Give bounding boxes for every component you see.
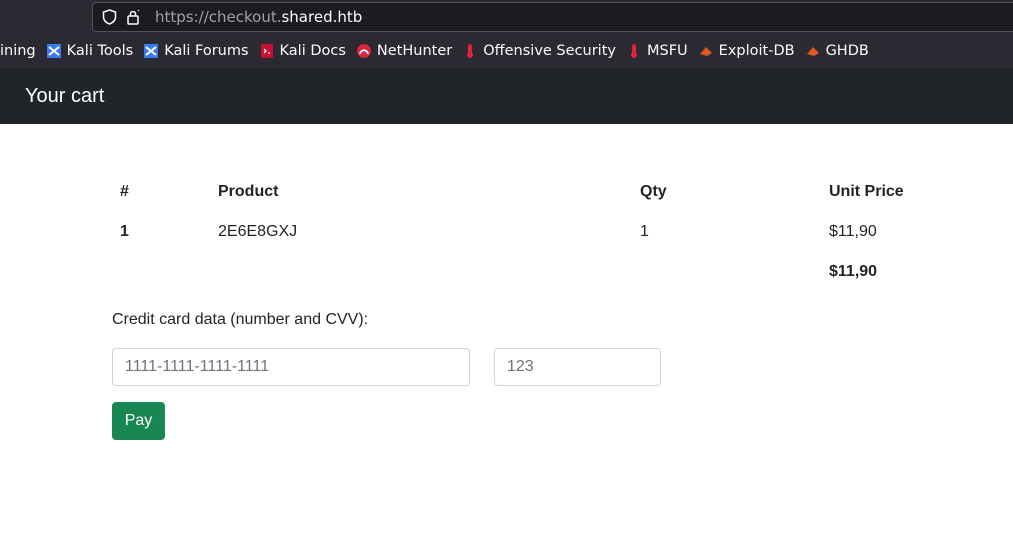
unit-price: $11,90 bbox=[829, 223, 877, 240]
bookmark-kali-tools[interactable]: Kali Tools bbox=[46, 43, 133, 59]
exploitdb-icon bbox=[805, 43, 821, 59]
bookmark-training[interactable]: ining bbox=[0, 43, 36, 59]
column-header-number: # bbox=[120, 183, 129, 200]
card-number-input[interactable] bbox=[112, 348, 470, 386]
kali-docs-icon bbox=[259, 43, 275, 59]
cvv-input[interactable] bbox=[494, 348, 661, 386]
url-bar[interactable]: https://checkout.shared.htb bbox=[92, 2, 1013, 32]
url-text[interactable]: https://checkout.shared.htb bbox=[155, 8, 362, 26]
quantity: 1 bbox=[640, 223, 649, 240]
page-title[interactable]: Your cart bbox=[25, 85, 104, 108]
cart-total: $11,90 bbox=[829, 263, 878, 280]
bookmark-ghdb[interactable]: GHDB bbox=[805, 43, 869, 59]
column-header-unit-price: Unit Price bbox=[829, 183, 904, 200]
bookmarks-toolbar: ining Kali Tools Kali Forums Kali Docs N… bbox=[0, 36, 879, 66]
bookmark-offensive-security[interactable]: Offensive Security bbox=[462, 43, 616, 59]
total-row: $11,90 bbox=[112, 252, 1013, 292]
product-name: 2E6E8GXJ bbox=[218, 223, 298, 240]
row-number: 1 bbox=[120, 223, 129, 240]
bookmark-msfu[interactable]: MSFU bbox=[626, 43, 688, 59]
pay-button[interactable]: Pay bbox=[112, 402, 165, 440]
shield-icon[interactable] bbox=[101, 9, 117, 25]
table-row: 1 2E6E8GXJ 1 $11,90 bbox=[112, 212, 1013, 252]
table-header-row: # Product Qty Unit Price bbox=[112, 172, 1013, 212]
offsec-icon bbox=[462, 43, 478, 59]
bookmark-kali-docs[interactable]: Kali Docs bbox=[259, 43, 346, 59]
bookmark-exploit-db[interactable]: Exploit-DB bbox=[698, 43, 795, 59]
column-header-product: Product bbox=[218, 183, 279, 200]
bookmark-kali-forums[interactable]: Kali Forums bbox=[143, 43, 249, 59]
browser-chrome: https://checkout.shared.htb ining Kali T… bbox=[0, 0, 1013, 68]
navbar: Your cart bbox=[0, 68, 1013, 124]
offsec-icon bbox=[626, 43, 642, 59]
nethunter-icon bbox=[356, 43, 372, 59]
exploitdb-icon bbox=[698, 43, 714, 59]
cart-table: # Product Qty Unit Price 1 2E6E8GXJ 1 $1… bbox=[112, 172, 1013, 292]
bookmark-nethunter[interactable]: NetHunter bbox=[356, 43, 452, 59]
kali-dragon-icon bbox=[143, 43, 159, 59]
credit-card-label: Credit card data (number and CVV): bbox=[112, 311, 369, 328]
lock-icon[interactable] bbox=[125, 9, 141, 25]
column-header-qty: Qty bbox=[640, 183, 667, 200]
kali-dragon-icon bbox=[46, 43, 62, 59]
